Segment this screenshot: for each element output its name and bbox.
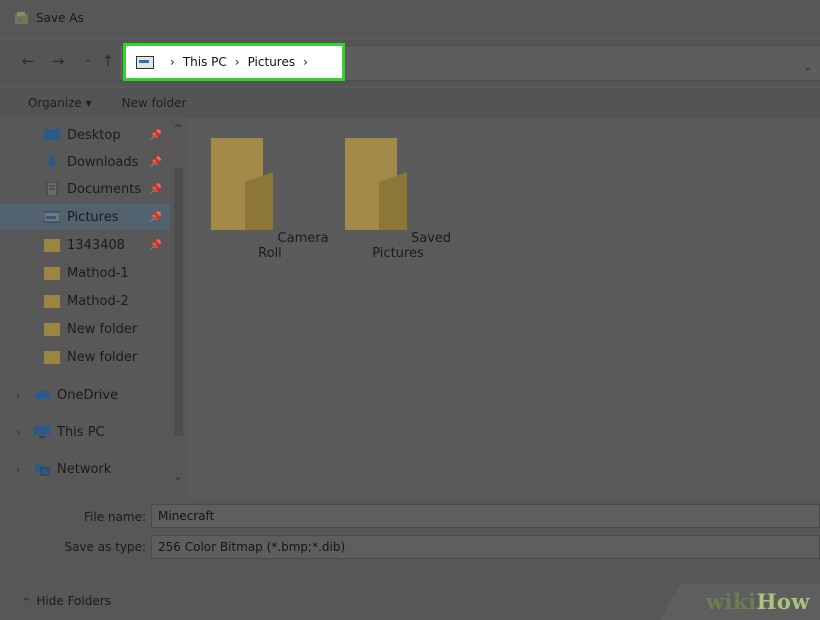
up-button[interactable]: ↑ [98,52,118,70]
folder-icon [44,295,60,308]
sidebar-item-label: Mathod-1 [67,265,129,281]
sidebar-item-mathod-2[interactable]: Mathod-2 [0,288,170,314]
folder-label: Saved Pictures [372,231,452,261]
sidebar-item-downloads[interactable]: Downloads 📌 [0,149,170,175]
breadcrumb-this-pc[interactable]: This PC [183,55,227,69]
download-arrow-icon [47,155,57,168]
title-bar: Save As [0,0,820,36]
desktop-icon [44,129,60,140]
sidebar-item-network[interactable]: › Network [0,456,170,482]
pin-icon: 📌 [149,129,162,141]
paint-app-icon [15,12,28,24]
pictures-location-icon [136,55,154,69]
scroll-up-icon[interactable]: ^ [172,122,184,135]
hide-folders-button[interactable]: ^ Hide Folders [22,594,111,608]
back-button[interactable]: ← [18,52,38,70]
breadcrumb-pictures[interactable]: Pictures [248,55,296,69]
pin-icon: 📌 [149,211,162,223]
sidebar-item-onedrive[interactable]: › OneDrive [0,382,170,408]
breadcrumb-separator[interactable]: › [170,55,175,69]
save-as-type-label: Save as type: [64,540,146,554]
file-name-label: File name: [84,510,146,524]
forward-button[interactable]: → [48,52,68,70]
sidebar-item-label: 1343408 [67,237,125,253]
expand-chevron-icon[interactable]: › [16,426,20,439]
folder-icon [44,323,60,336]
address-dropdown-icon[interactable]: ⌄ [804,62,812,73]
file-name-input[interactable]: Minecraft [151,504,820,528]
organize-button[interactable]: Organize ▾ [28,96,92,110]
folder-icon [44,267,60,280]
recent-locations-button[interactable]: ⌄ [78,52,98,65]
sidebar-item-new-folder[interactable]: New folder [0,316,170,342]
hide-folders-label: Hide Folders [36,594,111,608]
breadcrumb-separator[interactable]: › [235,55,240,69]
breadcrumb-separator[interactable]: › [303,55,308,69]
sidebar-item-label: Desktop [67,127,121,143]
sidebar-item-label: Documents [67,181,142,197]
save-form: File name: Minecraft Save as type: 256 C… [0,498,820,580]
scroll-thumb[interactable] [174,168,183,436]
expand-chevron-icon[interactable]: › [16,463,20,476]
sidebar-item-new-folder-2[interactable]: New folder [0,344,170,370]
sidebar-item-label: New folder [67,349,138,365]
navigation-scrollbar[interactable]: ^ ⌄ [170,118,186,488]
pictures-icon [44,211,60,223]
breadcrumb[interactable]: › This PC › Pictures › [123,43,345,81]
scroll-down-icon[interactable]: ⌄ [172,470,184,483]
folder-icon [344,138,407,230]
toolbar: Organize ▾ New folder [0,88,820,118]
save-as-type-select[interactable]: 256 Color Bitmap (*.bmp;*.dib) [151,535,820,559]
documents-icon [46,182,58,196]
folder-icon [211,138,274,230]
sidebar-item-1343408[interactable]: 1343408 📌 [0,232,170,258]
pin-icon: 📌 [149,239,162,251]
folder-camera-roll[interactable]: Camera Roll [210,138,330,261]
sidebar-item-pictures[interactable]: Pictures 📌 [0,204,170,230]
expand-chevron-icon[interactable]: › [16,389,20,402]
sidebar-item-label: This PC [57,424,105,440]
save-as-dialog: Save As ← → ⌄ ↑ ⌄ › This PC › Pictures ›… [0,0,820,620]
folder-icon [44,351,60,364]
sidebar-item-label: Network [57,461,112,477]
cloud-icon [34,390,50,399]
sidebar-item-label: OneDrive [57,387,119,403]
folder-icon [44,239,60,252]
sidebar-item-this-pc[interactable]: › This PC [0,419,170,445]
sidebar-item-label: Mathod-2 [67,293,129,309]
sidebar-item-desktop[interactable]: Desktop 📌 [0,122,170,148]
computer-icon [34,426,50,438]
sidebar-item-label: Downloads [67,154,139,170]
window-title: Save As [36,11,84,25]
wikihow-watermark: wikiHow [660,584,820,620]
wikihow-logo: wikiHow [705,589,810,614]
sidebar-item-label: Pictures [67,209,119,225]
network-icon [35,465,50,476]
pin-icon: 📌 [149,183,162,195]
sidebar-item-documents[interactable]: Documents 📌 [0,176,170,202]
sidebar-item-mathod-1[interactable]: Mathod-1 [0,260,170,286]
navigation-pane: Desktop 📌 Downloads 📌 Documents 📌 Pictur… [0,118,188,498]
sidebar-item-label: New folder [67,321,138,337]
pin-icon: 📌 [149,156,162,168]
folder-saved-pictures[interactable]: Saved Pictures [338,138,458,261]
folder-label: Camera Roll [258,231,329,261]
new-folder-button[interactable]: New folder [122,96,187,110]
folder-view: Camera Roll Saved Pictures [188,118,820,498]
chevron-up-icon: ^ [22,597,31,608]
